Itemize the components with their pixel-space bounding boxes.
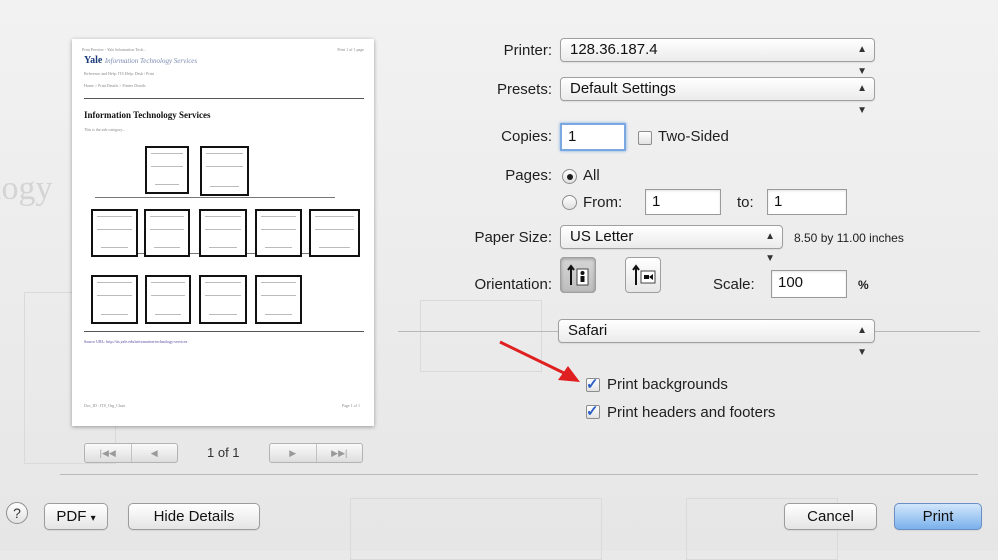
next-page-icon[interactable]: ▶ bbox=[270, 444, 316, 462]
pages-label: Pages: bbox=[505, 167, 552, 184]
org-box bbox=[255, 275, 302, 324]
presets-label: Presets: bbox=[496, 81, 552, 98]
background-page-text: logy bbox=[0, 170, 53, 207]
presets-select[interactable]: Default Settings ▲ ▼ bbox=[560, 77, 875, 116]
org-box bbox=[144, 209, 190, 257]
org-box bbox=[145, 146, 189, 194]
pages-all-label: All bbox=[583, 167, 600, 184]
pdf-menu-button[interactable]: PDF ▾ bbox=[44, 503, 108, 530]
paper-size-label: Paper Size: bbox=[474, 229, 552, 246]
copies-input[interactable]: 1 bbox=[560, 123, 626, 151]
preview-line-1: Reference and Help: ITS Help: Desk / Pri… bbox=[84, 71, 154, 76]
page-nav-forward-group: ▶ ▶▶| bbox=[269, 443, 363, 463]
copies-label: Copies: bbox=[501, 128, 552, 145]
pdf-label: PDF bbox=[56, 508, 87, 525]
options-section-value: Safari bbox=[568, 322, 608, 339]
printer-select[interactable]: 128.36.187.4 ▲ ▼ bbox=[560, 38, 875, 77]
org-box bbox=[309, 209, 360, 257]
help-button[interactable]: ? bbox=[6, 502, 28, 524]
printer-value: 128.36.187.4 bbox=[570, 41, 658, 58]
pages-to-label: to: bbox=[737, 194, 754, 211]
print-dialog: logy Print Preview - Yale Information Te… bbox=[0, 0, 998, 560]
chevron-down-icon: ▾ bbox=[90, 513, 96, 524]
landscape-icon bbox=[632, 264, 656, 285]
print-backgrounds-checkbox[interactable]: ✓ bbox=[586, 377, 600, 392]
popup-arrows-icon: ▲ ▼ bbox=[765, 231, 775, 264]
org-box bbox=[91, 209, 138, 257]
preview-rule bbox=[84, 331, 364, 332]
preview-separator bbox=[60, 474, 978, 475]
org-connector bbox=[95, 197, 335, 198]
org-box bbox=[145, 275, 191, 324]
scale-unit: % bbox=[858, 278, 869, 292]
section-divider-right bbox=[874, 331, 980, 332]
portrait-orientation-button[interactable] bbox=[560, 257, 596, 293]
options-section-select[interactable]: Safari ▲ ▼ bbox=[558, 319, 875, 358]
print-backgrounds-label: Print backgrounds bbox=[607, 376, 728, 393]
preview-header-left: Print Preview - Yale Information Tech... bbox=[82, 47, 146, 52]
preview-page-title: Information Technology Services bbox=[84, 110, 211, 120]
last-page-icon[interactable]: ▶▶| bbox=[315, 444, 363, 462]
org-box bbox=[199, 275, 247, 324]
preview-footer-right: Page 1 of 1 bbox=[341, 403, 360, 408]
paper-size-select[interactable]: US Letter ▲ ▼ bbox=[560, 225, 783, 264]
two-sided-checkbox[interactable] bbox=[638, 131, 652, 145]
org-box bbox=[255, 209, 302, 257]
presets-value: Default Settings bbox=[570, 80, 676, 97]
printer-label: Printer: bbox=[503, 42, 552, 59]
page-count: 1 of 1 bbox=[207, 445, 240, 460]
popup-arrows-icon: ▲ ▼ bbox=[857, 83, 867, 116]
cancel-button[interactable]: Cancel bbox=[784, 503, 877, 530]
print-headers-footers-checkbox[interactable]: ✓ bbox=[586, 404, 600, 419]
previous-page-icon[interactable]: ◀ bbox=[130, 444, 178, 462]
landscape-orientation-button[interactable] bbox=[625, 257, 661, 293]
first-page-icon[interactable]: |◀◀ bbox=[85, 444, 131, 462]
two-sided-label: Two-Sided bbox=[658, 128, 729, 145]
portrait-icon bbox=[567, 264, 589, 286]
scale-label: Scale: bbox=[713, 276, 755, 293]
pages-to-input[interactable]: 1 bbox=[767, 189, 847, 215]
pages-all-radio[interactable] bbox=[562, 169, 577, 184]
org-box bbox=[91, 275, 138, 324]
org-box bbox=[199, 209, 247, 257]
page-nav-back-group: |◀◀ ◀ bbox=[84, 443, 178, 463]
hide-details-button[interactable]: Hide Details bbox=[128, 503, 260, 530]
pages-from-input[interactable]: 1 bbox=[645, 189, 721, 215]
orientation-label: Orientation: bbox=[474, 276, 552, 293]
popup-arrows-icon: ▲ ▼ bbox=[857, 325, 867, 358]
pages-from-label: From: bbox=[583, 194, 623, 211]
preview-footer-left: Doc_ID : ITS_Org_Chart bbox=[84, 403, 126, 408]
org-box bbox=[200, 146, 249, 196]
preview-header-right: Print 1 of 1 page bbox=[337, 47, 364, 52]
print-button[interactable]: Print bbox=[894, 503, 982, 530]
page-preview: Print Preview - Yale Information Tech...… bbox=[72, 39, 374, 426]
preview-intro: This is the sub-category... bbox=[84, 127, 126, 132]
paper-dimensions: 8.50 by 11.00 inches bbox=[794, 231, 904, 245]
section-divider-left bbox=[398, 331, 558, 332]
annotation-arrow-icon bbox=[499, 340, 580, 382]
paper-size-value: US Letter bbox=[570, 228, 634, 245]
preview-source-url: Source URL: http://its.yale.edu/informat… bbox=[84, 339, 188, 344]
preview-rule bbox=[84, 98, 364, 99]
pages-range-radio[interactable] bbox=[562, 195, 577, 210]
preview-logo: Yale Information Technology Services bbox=[84, 55, 198, 66]
preview-line-2: Home > Print Details > Printer Details bbox=[84, 83, 146, 88]
scale-input[interactable]: 100 bbox=[771, 270, 847, 298]
print-headers-footers-label: Print headers and footers bbox=[607, 404, 776, 421]
